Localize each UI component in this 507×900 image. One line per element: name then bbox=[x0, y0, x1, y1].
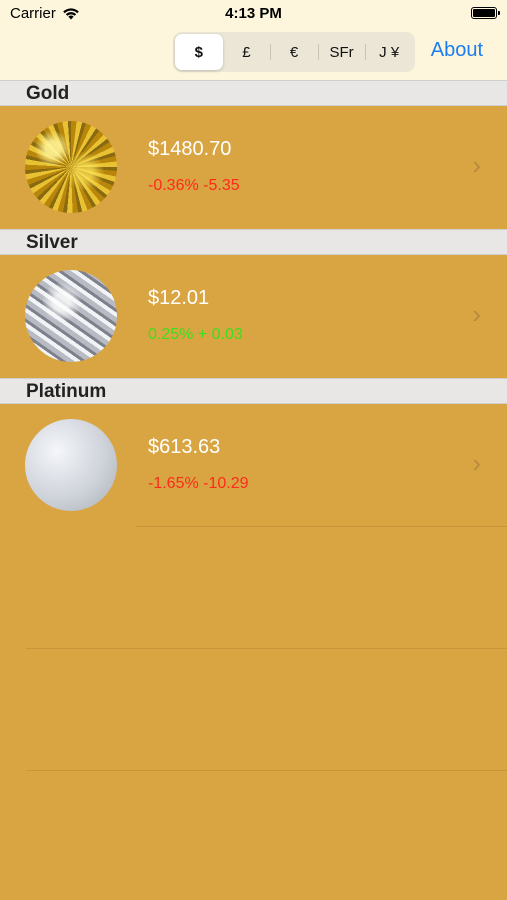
segment-chf[interactable]: SFr bbox=[317, 34, 366, 70]
metal-row-gold[interactable]: $1480.70 -0.36% -5.35 › bbox=[0, 106, 507, 228]
section-title: Platinum bbox=[26, 381, 107, 402]
section-header-gold: Gold bbox=[0, 80, 507, 106]
segment-gbp[interactable]: £ bbox=[223, 34, 271, 70]
chevron-right-icon: › bbox=[472, 448, 481, 478]
status-bar: Carrier 4:13 PM bbox=[0, 0, 507, 28]
battery-icon bbox=[471, 7, 500, 19]
metal-price: $12.01 bbox=[148, 287, 210, 309]
metal-price: $1480.70 bbox=[148, 138, 232, 160]
metal-row-silver[interactable]: $12.01 0.25% + 0.03 › bbox=[0, 255, 507, 377]
segment-usd[interactable]: $ bbox=[175, 34, 223, 70]
section-title: Silver bbox=[26, 232, 78, 253]
chevron-right-icon: › bbox=[472, 150, 481, 180]
currency-segmented-control: $ £ € SFr J ¥ bbox=[173, 32, 415, 72]
about-button[interactable]: About bbox=[431, 39, 483, 62]
clock: 4:13 PM bbox=[225, 5, 282, 22]
segment-eur[interactable]: € bbox=[270, 34, 318, 70]
gold-texture-image bbox=[25, 121, 117, 213]
chevron-right-icon: › bbox=[472, 299, 481, 329]
segment-jpy[interactable]: J ¥ bbox=[365, 34, 413, 70]
navigation-bar: $ £ € SFr J ¥ About bbox=[0, 28, 507, 81]
metal-row-platinum[interactable]: $613.63 -1.65% -10.29 › bbox=[0, 404, 507, 526]
silver-texture-image bbox=[25, 270, 117, 362]
row-separator bbox=[26, 648, 507, 649]
section-header-silver: Silver bbox=[0, 229, 507, 255]
metal-change: -0.36% -5.35 bbox=[148, 177, 240, 194]
section-header-platinum: Platinum bbox=[0, 378, 507, 404]
metal-change: 0.25% + 0.03 bbox=[148, 326, 243, 343]
row-separator bbox=[26, 770, 507, 771]
section-title: Gold bbox=[26, 83, 70, 104]
row-separator bbox=[136, 526, 507, 527]
metal-change: -1.65% -10.29 bbox=[148, 475, 249, 492]
platinum-texture-image bbox=[25, 419, 117, 511]
metal-price: $613.63 bbox=[148, 436, 221, 458]
